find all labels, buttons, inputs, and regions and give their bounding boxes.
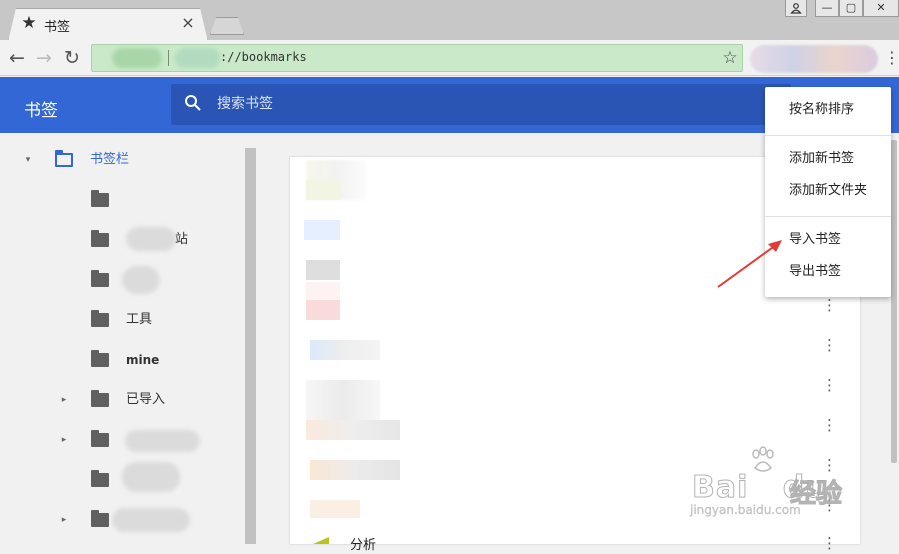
sidebar-item-folder[interactable]: mine xyxy=(0,340,244,380)
sidebar-item-folder[interactable]: 工具 xyxy=(0,300,244,340)
back-button[interactable]: ← xyxy=(6,47,28,69)
sidebar-item-label: 书签栏 xyxy=(90,152,130,167)
annotation-arrow-icon xyxy=(717,240,782,288)
reload-button[interactable]: ↻ xyxy=(61,47,83,69)
redacted-blur xyxy=(310,460,400,480)
sidebar-item-folder[interactable]: 站 xyxy=(0,220,244,260)
sidebar-item-folder[interactable]: ▸ xyxy=(0,500,244,540)
redacted-blur xyxy=(306,180,341,200)
close-window-button[interactable]: ✕ xyxy=(863,0,899,17)
folder-icon xyxy=(91,310,109,327)
folder-icon xyxy=(91,190,109,207)
tab-title: 书签 xyxy=(44,20,71,35)
row-more-icon[interactable]: ⋮ xyxy=(822,374,837,396)
redacted-blur xyxy=(112,48,162,68)
redacted-blur xyxy=(122,462,180,492)
omnibox-divider xyxy=(168,50,169,66)
menu-item-add-folder[interactable]: 添加新文件夹 xyxy=(789,181,867,201)
sidebar-item-bookmarks-bar[interactable]: ▾ 书签栏 xyxy=(0,140,244,180)
menu-item-export-bookmarks[interactable]: 导出书签 xyxy=(789,262,841,282)
redacted-blur xyxy=(310,340,380,360)
row-more-icon[interactable]: ⋮ xyxy=(822,414,837,436)
redacted-blur xyxy=(306,300,340,320)
bookmark-favicon-icon xyxy=(313,537,329,544)
page-title: 书签 xyxy=(24,101,58,121)
sidebar-item-folder[interactable]: ▸ xyxy=(0,420,244,460)
redacted-blur xyxy=(306,282,340,300)
redacted-blur xyxy=(306,380,380,420)
redacted-blur xyxy=(126,227,176,251)
watermark-url: jingyan.baidu.com xyxy=(690,503,801,517)
redacted-blur xyxy=(175,48,220,68)
main-scroll-thumb[interactable] xyxy=(891,140,897,463)
chevron-right-icon[interactable]: ▸ xyxy=(58,420,70,460)
redacted-blur xyxy=(310,500,360,518)
maximize-button[interactable]: ▢ xyxy=(839,0,863,17)
sidebar-item-label: 站 xyxy=(175,232,189,247)
sidebar-item-folder[interactable]: ▸ 已导入 xyxy=(0,380,244,420)
row-more-icon[interactable]: ⋮ xyxy=(822,532,837,554)
redacted-blur xyxy=(306,420,400,440)
folder-icon xyxy=(91,390,109,407)
folder-icon xyxy=(91,230,109,247)
sidebar-item-folder[interactable] xyxy=(0,260,244,300)
menu-item-add-bookmark[interactable]: 添加新书签 xyxy=(789,149,854,169)
star-icon: ★ xyxy=(21,13,37,33)
redacted-blur xyxy=(112,508,190,532)
folder-icon xyxy=(91,270,109,287)
menu-divider xyxy=(765,135,891,136)
minimize-button[interactable]: — xyxy=(815,0,839,17)
url-text: ://bookmarks xyxy=(220,50,307,64)
chevron-down-icon[interactable]: ▾ xyxy=(22,140,34,180)
folder-icon xyxy=(91,470,109,487)
sidebar-item-label: 工具 xyxy=(126,312,153,327)
tab-close-icon[interactable]: × xyxy=(180,14,196,32)
browser-tab[interactable] xyxy=(8,8,208,42)
sidebar-item-folder[interactable] xyxy=(0,460,244,500)
browser-menu-icon[interactable]: ⋮ xyxy=(884,48,899,68)
chevron-right-icon[interactable]: ▸ xyxy=(58,500,70,540)
sidebar-item-label: mine xyxy=(126,353,160,367)
user-icon[interactable] xyxy=(785,0,807,17)
search-icon xyxy=(185,95,201,111)
search-input[interactable] xyxy=(217,94,517,114)
folder-icon xyxy=(91,510,109,527)
row-more-icon[interactable]: ⋮ xyxy=(822,334,837,356)
extensions-area[interactable] xyxy=(750,45,878,73)
folder-open-icon xyxy=(55,150,73,167)
redacted-blur xyxy=(125,430,200,452)
menu-item-import-bookmarks[interactable]: 导入书签 xyxy=(789,230,841,250)
folder-icon xyxy=(91,430,109,447)
redacted-blur xyxy=(306,260,340,280)
menu-divider xyxy=(765,216,891,217)
menu-item-sort-by-name[interactable]: 按名称排序 xyxy=(789,100,854,120)
sidebar-item-folder[interactable] xyxy=(0,180,244,220)
bookmark-star-icon[interactable]: ☆ xyxy=(720,48,740,68)
row-more-icon[interactable]: ⋮ xyxy=(822,294,837,316)
redacted-blur xyxy=(304,220,340,240)
folder-icon xyxy=(91,350,109,367)
chevron-right-icon[interactable]: ▸ xyxy=(58,380,70,420)
sidebar-item-label: 已导入 xyxy=(126,392,166,407)
sidebar-scroll-thumb[interactable] xyxy=(245,148,256,544)
redacted-blur xyxy=(122,266,160,294)
forward-button[interactable]: → xyxy=(33,47,55,69)
